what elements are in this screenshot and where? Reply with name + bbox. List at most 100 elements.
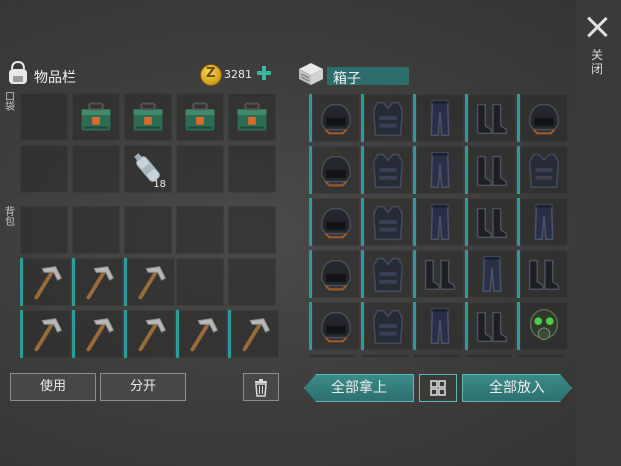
box-slot[interactable] — [465, 302, 516, 350]
vest-icon — [372, 101, 404, 136]
vest-icon — [372, 153, 404, 188]
box-slot[interactable] — [413, 94, 464, 142]
pickaxe-icon — [242, 318, 271, 352]
toolbox-icon — [133, 102, 163, 131]
box-slot-partial — [517, 354, 565, 358]
box-slot[interactable] — [517, 94, 568, 142]
gas-mask-icon — [529, 308, 559, 340]
pocket-slot[interactable] — [228, 145, 276, 193]
pocket-slot[interactable] — [228, 93, 276, 141]
pocket-slot[interactable]: 18 — [124, 145, 172, 193]
backpack-slot[interactable] — [176, 258, 224, 306]
box-slot-partial — [413, 354, 461, 358]
boots-icon — [476, 311, 508, 343]
backpack-slot[interactable] — [124, 310, 175, 358]
put-all-button[interactable]: 全部放入 — [462, 374, 572, 402]
box-slot-partial — [361, 354, 409, 358]
pocket-slot[interactable] — [20, 93, 68, 141]
trash-button[interactable] — [243, 373, 279, 401]
backpack-slot[interactable] — [228, 258, 276, 306]
pocket-slot[interactable] — [72, 93, 120, 141]
boots-icon — [528, 259, 560, 291]
vest-icon — [372, 205, 404, 240]
use-button[interactable]: 使用 — [10, 373, 96, 401]
helmet-icon — [320, 259, 352, 291]
inventory-title: 物品栏 — [34, 70, 76, 86]
box-slot[interactable] — [309, 250, 360, 298]
backpack-slot[interactable] — [228, 206, 276, 254]
pocket-slot[interactable] — [72, 145, 120, 193]
boots-icon — [476, 103, 508, 135]
backpack-slot[interactable] — [176, 310, 227, 358]
take-all-button[interactable]: 全部拿上 — [304, 374, 414, 402]
helmet-icon — [320, 207, 352, 239]
box-slot[interactable] — [309, 94, 360, 142]
box-slot[interactable] — [309, 302, 360, 350]
pants-icon — [430, 100, 450, 136]
close-label[interactable]: 关闭 — [590, 48, 604, 76]
grid-icon — [430, 380, 446, 396]
backpack-slot[interactable] — [124, 258, 175, 306]
box-slot[interactable] — [465, 250, 516, 298]
pants-icon — [430, 152, 450, 188]
pockets-label: 口袋 — [5, 92, 15, 113]
backpack-slot[interactable] — [20, 258, 71, 306]
box-slot[interactable] — [361, 146, 412, 194]
box-slot[interactable] — [309, 198, 360, 246]
pickaxe-icon — [34, 318, 63, 352]
pocket-slot[interactable] — [20, 145, 68, 193]
pickaxe-icon — [190, 318, 219, 352]
coin-icon: Z — [200, 64, 222, 86]
boots-icon — [476, 155, 508, 187]
box-title: 箱子 — [333, 71, 361, 87]
trash-icon — [255, 379, 267, 397]
box-slot[interactable] — [517, 198, 568, 246]
backpack-slot[interactable] — [72, 258, 123, 306]
box-slot[interactable] — [517, 302, 568, 350]
box-slot[interactable] — [517, 146, 568, 194]
box-slot[interactable] — [517, 250, 568, 298]
item-quantity: 18 — [153, 179, 166, 190]
helmet-icon — [320, 155, 352, 187]
box-slot[interactable] — [361, 94, 412, 142]
backpack-slot[interactable] — [20, 310, 71, 358]
backpack-slot[interactable] — [20, 206, 68, 254]
pants-icon — [534, 204, 554, 240]
helmet-icon — [528, 103, 560, 135]
backpack-slot[interactable] — [72, 310, 123, 358]
box-slot[interactable] — [413, 198, 464, 246]
sort-button[interactable] — [419, 374, 457, 402]
pickaxe-icon — [138, 318, 167, 352]
close-icon[interactable] — [586, 16, 608, 38]
backpack-slot[interactable] — [124, 206, 172, 254]
pocket-slot[interactable] — [176, 93, 224, 141]
box-slot[interactable] — [465, 198, 516, 246]
box-slot[interactable] — [309, 146, 360, 194]
box-slot[interactable] — [413, 146, 464, 194]
pickaxe-icon — [86, 318, 115, 352]
box-slot[interactable] — [465, 94, 516, 142]
box-slot[interactable] — [413, 250, 464, 298]
backpack-slot[interactable] — [176, 206, 224, 254]
backpack-label: 背包 — [5, 207, 15, 228]
box-slot[interactable] — [361, 302, 412, 350]
box-slot-partial — [465, 354, 513, 358]
split-button[interactable]: 分开 — [100, 373, 186, 401]
box-slot[interactable] — [413, 302, 464, 350]
pants-icon — [430, 204, 450, 240]
pickaxe-icon — [86, 266, 115, 300]
pocket-slot[interactable] — [176, 145, 224, 193]
box-slot[interactable] — [361, 250, 412, 298]
pickaxe-icon — [138, 266, 167, 300]
backpack-slot[interactable] — [228, 310, 279, 358]
add-coins-button[interactable] — [257, 66, 271, 80]
backpack-slot[interactable] — [72, 206, 120, 254]
helmet-icon — [320, 103, 352, 135]
coin-count: 3281 — [224, 68, 252, 81]
pants-icon — [430, 308, 450, 344]
vest-icon — [528, 153, 560, 188]
pocket-slot[interactable] — [124, 93, 172, 141]
box-slot[interactable] — [465, 146, 516, 194]
box-slot[interactable] — [361, 198, 412, 246]
helmet-icon — [320, 311, 352, 343]
